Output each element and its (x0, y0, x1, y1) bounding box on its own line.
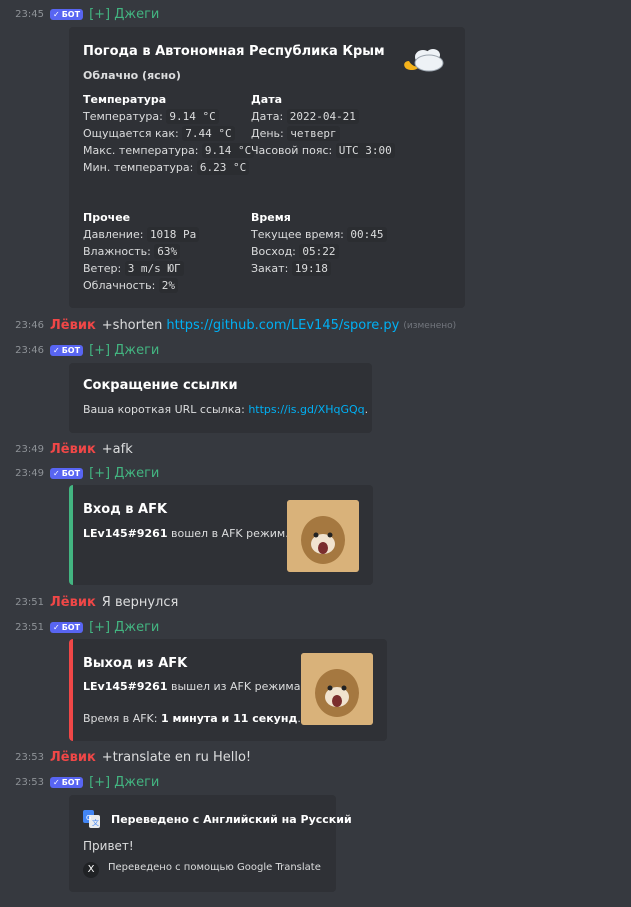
translated-text: Привет! (83, 839, 134, 853)
temperature-heading: Температура (83, 93, 167, 106)
author-name[interactable]: Лёвик (50, 595, 96, 610)
afk-out-embed: Выход из AFK LEv145#9261 вышел из AFK ре… (69, 639, 387, 741)
author-name[interactable]: [+] Джеги (89, 343, 159, 358)
other-row: Облачность: 2% (83, 278, 179, 293)
other-row: Давление: 1018 Pa (83, 227, 200, 242)
afk-in-embed: Вход в AFK LEv145#9261 вошел в AFK режим… (69, 485, 373, 585)
message-header: 23:49 ✓ БОТ [+] Джеги (0, 466, 631, 481)
svg-text:G: G (86, 814, 91, 822)
message-line: 23:46 Лёвик +shorten https://github.com/… (0, 318, 631, 333)
date-row: Дата: 2022-04-21 (251, 109, 359, 124)
cat-thumbnail[interactable] (301, 653, 373, 725)
temp-row: Температура: 9.14 °C (83, 109, 219, 124)
timestamp: 23:53 (15, 777, 44, 788)
message-text: +afk (101, 442, 133, 457)
message-text: Я вернулся (101, 595, 179, 610)
weather-embed: Погода в Автономная Республика Крым Обла… (69, 27, 465, 308)
date-heading: Дата (251, 93, 283, 106)
message-header: 23:45 ✓ БОТ [+] Джеги (0, 7, 631, 22)
timestamp: 23:46 (15, 320, 44, 331)
embed-title: Переведено с Английский на Русский (111, 813, 352, 826)
author-name[interactable]: [+] Джеги (89, 7, 159, 22)
embed-footer: Переведено с помощью Google Translate (108, 862, 321, 873)
message-text: +translate en ru Hello! (101, 750, 252, 765)
embed-title: Погода в Автономная Республика Крым (83, 44, 385, 59)
timestamp: 23:49 (15, 468, 44, 479)
google-translate-icon: G 文 (83, 810, 101, 832)
cat-thumbnail[interactable] (287, 500, 359, 572)
message-header: 23:46 ✓ БОТ [+] Джеги (0, 343, 631, 358)
embed-title: Выход из AFK (83, 656, 188, 671)
timestamp: 23:53 (15, 752, 44, 763)
timestamp: 23:51 (15, 622, 44, 633)
message-link[interactable]: https://github.com/LEv145/spore.py (166, 318, 399, 333)
message-line: 23:53 Лёвик +translate en ru Hello! (0, 750, 631, 765)
bot-badge: ✓ БОТ (50, 622, 84, 633)
temp-row: Мин. температура: 6.23 °C (83, 160, 250, 175)
temp-row: Ощущается как: 7.44 °C (83, 126, 235, 141)
message-text: +shorten (101, 318, 163, 333)
message-header: 23:53 ✓ БОТ [+] Джеги (0, 775, 631, 790)
time-row: Восход: 05:22 (251, 244, 339, 259)
afk-duration: Время в AFK: 1 минута и 11 секунд. (83, 712, 301, 725)
time-row: Текущее время: 00:45 (251, 227, 387, 242)
embed-text: LEv145#9261 вышел из AFK режима. (83, 680, 304, 693)
author-name[interactable]: Лёвик (50, 318, 96, 333)
author-name[interactable]: [+] Джеги (89, 620, 159, 635)
time-heading: Время (251, 211, 291, 224)
bot-badge: ✓ БОТ (50, 777, 84, 788)
timestamp: 23:51 (15, 597, 44, 608)
timestamp: 23:49 (15, 444, 44, 455)
weather-cloud-icon (401, 43, 451, 75)
time-row: Закат: 19:18 (251, 261, 331, 276)
translate-footer-icon: X (83, 862, 99, 878)
edited-label: (изменено) (403, 320, 457, 331)
timestamp: 23:45 (15, 9, 44, 20)
author-name[interactable]: Лёвик (50, 750, 96, 765)
other-row: Влажность: 63% (83, 244, 181, 259)
other-heading: Прочее (83, 211, 131, 224)
bot-badge: ✓ БОТ (50, 9, 84, 20)
shorten-embed: Сокращение ссылки Ваша короткая URL ссыл… (69, 363, 372, 433)
date-row: Часовой пояс: UTC 3:00 (251, 143, 395, 158)
embed-text: LEv145#9261 вошел в AFK режим. (83, 527, 289, 540)
svg-text:文: 文 (92, 818, 99, 827)
embed-title: Сокращение ссылки (83, 378, 238, 393)
message-header: 23:51 ✓ БОТ [+] Джеги (0, 620, 631, 635)
bot-badge: ✓ БОТ (50, 468, 84, 479)
message-line: 23:49 Лёвик +afk (0, 442, 631, 457)
embed-text: Ваша короткая URL ссылка: https://is.gd/… (83, 403, 369, 416)
date-row: День: четверг (251, 126, 340, 141)
author-name[interactable]: [+] Джеги (89, 775, 159, 790)
timestamp: 23:46 (15, 345, 44, 356)
short-link[interactable]: https://is.gd/XHqGQq (248, 403, 364, 416)
embed-title: Вход в AFK (83, 502, 168, 517)
temp-row: Макс. температура: 9.14 °C (83, 143, 255, 158)
other-row: Ветер: 3 m/s ЮГ (83, 261, 184, 276)
bot-badge: ✓ БОТ (50, 345, 84, 356)
author-name[interactable]: [+] Джеги (89, 466, 159, 481)
embed-subtitle: Облачно (ясно) (83, 69, 181, 82)
author-name[interactable]: Лёвик (50, 442, 96, 457)
translate-embed: G 文 Переведено с Английский на Русский П… (69, 795, 352, 892)
message-line: 23:51 Лёвик Я вернулся (0, 595, 631, 610)
